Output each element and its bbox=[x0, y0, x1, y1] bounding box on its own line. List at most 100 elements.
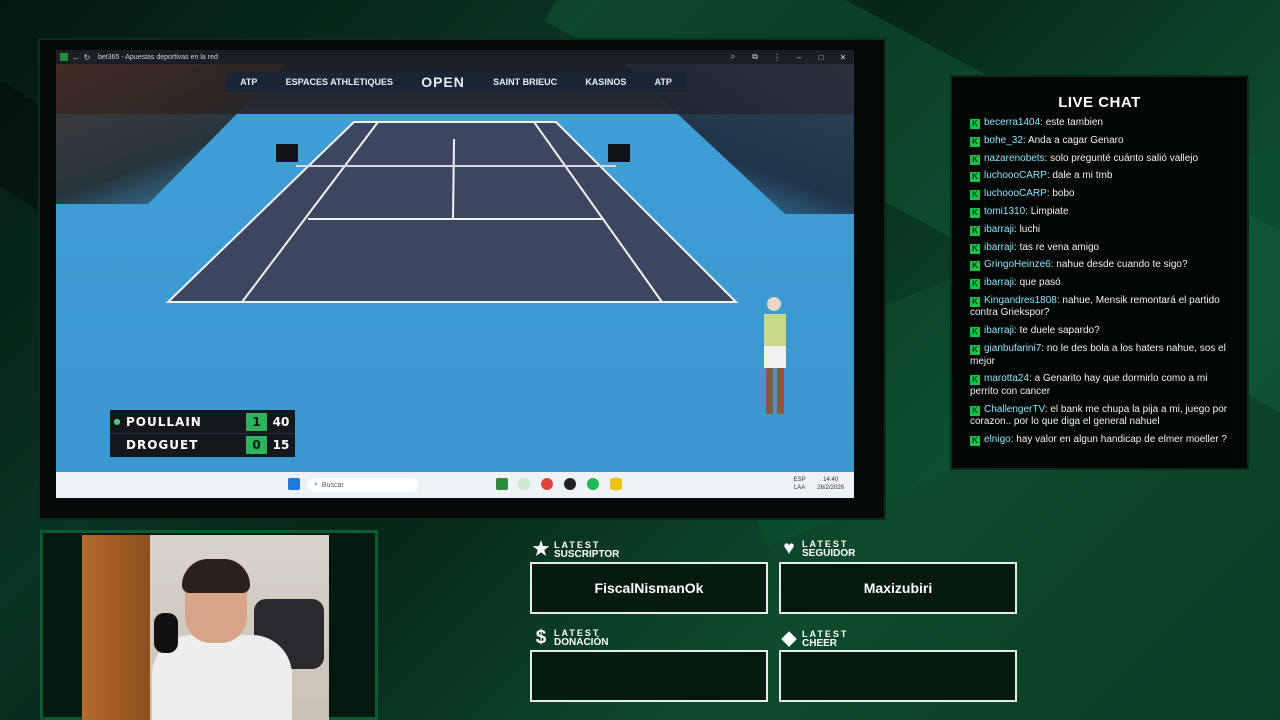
latest-follower-box: Maxizubiri bbox=[779, 562, 1017, 614]
clock-time: 14:40 bbox=[823, 477, 839, 483]
obs-icon[interactable] bbox=[564, 478, 576, 490]
chat-username[interactable]: ibarraji bbox=[984, 325, 1014, 336]
chat-username[interactable]: marotta24 bbox=[984, 373, 1029, 384]
chat-username[interactable]: nazarenobets bbox=[984, 153, 1045, 164]
chat-username[interactable]: tomi1310 bbox=[984, 206, 1025, 217]
streamer-hair bbox=[182, 559, 250, 593]
chat-text: bobo bbox=[1052, 188, 1075, 200]
latest-subscriber-box: FiscalNismanOk bbox=[530, 562, 768, 614]
chat-username[interactable]: Kingandres1808 bbox=[984, 295, 1057, 306]
chat-text: Limpiate bbox=[1030, 205, 1069, 217]
chat-username[interactable]: elnigo bbox=[984, 434, 1011, 445]
chat-text: tas re vena amigo bbox=[1019, 241, 1100, 253]
chrome-icon[interactable] bbox=[541, 478, 553, 490]
chat-message: Kibarraji: tas re vena amigo bbox=[970, 242, 1237, 255]
chat-username[interactable]: GringoHeinze6 bbox=[984, 259, 1051, 270]
microphone-icon bbox=[154, 613, 178, 653]
bet365-favicon-icon bbox=[60, 53, 68, 61]
latest-follower-label: ♥ LATEST SEGUIDOR bbox=[778, 538, 855, 560]
label-line2: DONACIÓN bbox=[554, 637, 609, 648]
latest-subscriber-label: ★ LATEST SUSCRIPTOR bbox=[530, 538, 619, 561]
scoreboard-row: ● POULLAIN 1 40 bbox=[110, 410, 295, 433]
chat-username[interactable]: ibarraji bbox=[984, 242, 1014, 253]
chat-message: Kbecerra1404: este tambien bbox=[970, 117, 1237, 130]
kick-badge-icon: K bbox=[970, 345, 980, 356]
browser-titlebar: ← ↻ bet365 - Apuestas deportivas en la r… bbox=[56, 50, 854, 64]
browser-tab-title: bet365 - Apuestas deportivas en la red bbox=[98, 53, 218, 61]
chat-message: K GringoHeinze6: nahue desde cuando te si… bbox=[970, 259, 1237, 272]
heart-icon: ♥ bbox=[783, 538, 795, 559]
chat-message: Kelnigo: hay valor en algun handicap de … bbox=[970, 434, 1237, 447]
player-near bbox=[764, 297, 786, 414]
star-icon: ★ bbox=[532, 539, 550, 560]
file-explorer-icon[interactable] bbox=[610, 478, 622, 490]
maximize-button[interactable]: □ bbox=[810, 53, 832, 62]
player-points: 15 bbox=[272, 438, 290, 452]
bet365-taskbar-icon[interactable] bbox=[496, 478, 508, 490]
windows-start-icon[interactable] bbox=[288, 478, 300, 490]
scoreboard-row: DROGUET 0 15 bbox=[110, 433, 295, 456]
serve-indicator-icon: ● bbox=[113, 417, 121, 426]
chat-title: LIVE CHAT bbox=[1058, 94, 1141, 111]
extensions-icon[interactable]: ⧉ bbox=[744, 52, 766, 62]
spotify-icon[interactable] bbox=[587, 478, 599, 490]
chat-message: Kibarraji: luchi bbox=[970, 224, 1237, 237]
chat-username[interactable]: luchoooCARP bbox=[984, 170, 1047, 181]
chat-username[interactable]: luchoooCARP bbox=[984, 188, 1047, 199]
search-icon: ⌕ bbox=[314, 481, 318, 488]
dollar-icon: $ bbox=[535, 627, 547, 648]
kick-badge-icon: K bbox=[970, 243, 980, 254]
lang-indicator: ESP bbox=[793, 477, 806, 483]
menu-icon[interactable]: ⋮ bbox=[766, 53, 788, 62]
chat-username[interactable]: ChallengerTV bbox=[984, 404, 1045, 415]
chat-message: K Kingandres1808: nahue, Mensik remontará… bbox=[970, 295, 1237, 320]
latest-donation-box bbox=[530, 650, 768, 702]
chat-messages: Kbecerra1404: este tambien Kbohe_32: Anda… bbox=[952, 117, 1247, 446]
chat-username[interactable]: becerra1404 bbox=[984, 117, 1040, 128]
player-name: POULLAIN bbox=[126, 414, 202, 429]
kick-badge-icon: K bbox=[970, 405, 980, 416]
chat-text: solo pregunté cuánto salió vallejo bbox=[1050, 152, 1199, 164]
court-surface bbox=[168, 122, 736, 302]
whatsapp-icon[interactable] bbox=[518, 478, 530, 490]
kick-badge-icon: K bbox=[970, 296, 980, 307]
chat-message: Kibarraji: te duele sapardo? bbox=[970, 325, 1237, 338]
close-button[interactable]: ✕ bbox=[832, 53, 854, 62]
kick-badge-icon: K bbox=[970, 279, 980, 290]
atp-board-right bbox=[608, 144, 630, 162]
browser-window: ← ↻ bet365 - Apuestas deportivas en la r… bbox=[56, 50, 854, 498]
minimize-button[interactable]: – bbox=[788, 53, 810, 62]
atp-board-left bbox=[276, 144, 298, 162]
latest-cheer-box bbox=[779, 650, 1017, 702]
chat-message: K ChallengerTV: el bank me chupa la pija … bbox=[970, 404, 1237, 429]
zoom-icon[interactable]: ⌕ bbox=[722, 52, 744, 62]
label-line2: SEGUIDOR bbox=[802, 548, 856, 559]
kick-badge-icon: K bbox=[970, 327, 980, 338]
latest-donation-label: $ LATEST DONACIÓN bbox=[530, 627, 609, 649]
kick-badge-icon: K bbox=[970, 207, 980, 218]
taskbar-search[interactable]: ⌕ Buscar bbox=[308, 478, 418, 492]
chat-message: Kibarraji: que pasó bbox=[970, 277, 1237, 290]
chat-text: luchi bbox=[1019, 223, 1041, 235]
chat-message: Kmarotta24: a Genarito hay que dormirlo … bbox=[970, 373, 1237, 398]
kick-badge-icon: K bbox=[970, 435, 980, 446]
diamond-icon: ◆ bbox=[781, 628, 797, 649]
player-sets: 1 bbox=[246, 412, 267, 431]
kick-badge-icon: K bbox=[970, 190, 980, 201]
reload-icon[interactable]: ↻ bbox=[83, 53, 91, 62]
chat-username[interactable]: ibarraji bbox=[984, 277, 1014, 288]
webcam-feed bbox=[82, 535, 329, 720]
back-arrow-icon[interactable]: ← bbox=[72, 53, 80, 62]
chat-text: hay valor en algun handicap de elmer moe… bbox=[1016, 433, 1227, 445]
chat-username[interactable]: ibarraji bbox=[984, 224, 1014, 235]
chat-text: nahue desde cuando te sigo? bbox=[1056, 259, 1188, 271]
system-tray: ESP LAA 14:40 26/2/2026 bbox=[794, 476, 844, 492]
kick-badge-icon: K bbox=[970, 154, 980, 165]
chat-text: Anda a cagar Genaro bbox=[1027, 134, 1124, 146]
chat-text: este tambien bbox=[1045, 117, 1103, 128]
windows-taskbar: ⌕ Buscar ESP LAA 14:40 26/2/2026 bbox=[56, 472, 854, 498]
chat-message: Kbohe_32: Anda a cagar Genaro bbox=[970, 135, 1237, 148]
chat-username[interactable]: bohe_32 bbox=[984, 135, 1023, 146]
tennis-broadcast: ATP ESPACES ATHLETIQUES OPEN SAINT BRIEU… bbox=[56, 64, 854, 472]
chat-username[interactable]: gianbufarini7 bbox=[984, 343, 1041, 354]
